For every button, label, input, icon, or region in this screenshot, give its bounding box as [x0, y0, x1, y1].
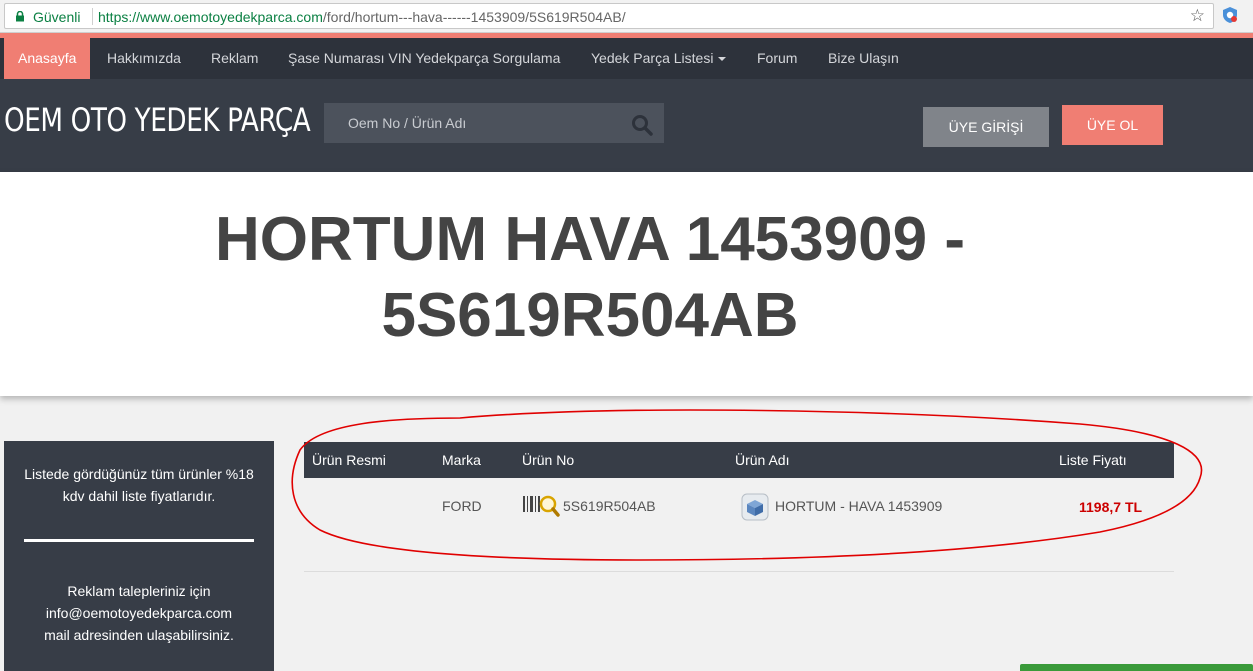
page-title-line2: 5S619R504AB: [381, 281, 799, 350]
search-input[interactable]: [324, 103, 664, 143]
vat-notice: Listede gördüğünüz tüm ürünler %18 kdv d…: [24, 466, 254, 504]
lock-icon: [16, 11, 24, 22]
info-panel: Listede gördüğünüz tüm ürünler %18 kdv d…: [4, 441, 274, 671]
column-header-image: Ürün Resmi: [312, 452, 386, 468]
top-navigation: Anasayfa Hakkımızda Reklam Şase Numarası…: [0, 38, 1253, 79]
nav-item-forum[interactable]: Forum: [757, 38, 797, 79]
extension-icon[interactable]: [1221, 6, 1239, 24]
box-icon: [741, 493, 769, 521]
ad-contact-notice: Reklam talepleriniz için info@oemotoyede…: [14, 580, 264, 646]
table-row[interactable]: FORD 5S619R504AB HORTUM - HAVA 1453909 1…: [304, 478, 1174, 572]
title-section: HORTUM HAVA 1453909 - 5S619R504AB: [0, 172, 1253, 396]
ad-contact-line3: mail adresinden ulaşabilirsiniz.: [44, 627, 234, 643]
row-price: 1198,7 TL: [1079, 499, 1143, 515]
chevron-down-icon: [718, 57, 727, 62]
info-divider: [24, 539, 254, 542]
register-button[interactable]: ÜYE OL: [1062, 105, 1163, 145]
row-part-no[interactable]: 5S619R504AB: [563, 498, 656, 514]
ad-contact-line1: Reklam talepleriniz için: [67, 583, 211, 599]
secure-label: Güvenli: [33, 9, 81, 25]
browser-toolbar: Güvenli https://www.oemotoyedekparca.com…: [0, 0, 1253, 33]
site-logo[interactable]: OEM OTO YEDEK PARÇA: [4, 101, 311, 139]
address-bar[interactable]: Güvenli https://www.oemotoyedekparca.com…: [4, 3, 1214, 29]
table-header: Ürün Resmi Marka Ürün No Ürün Adı Liste …: [304, 442, 1174, 478]
ad-contact-email[interactable]: info@oemotoyedekparca.com: [46, 605, 232, 621]
url-text[interactable]: https://www.oemotoyedekparca.com/ford/ho…: [98, 9, 626, 25]
column-header-brand: Marka: [442, 452, 481, 468]
column-header-price: Liste Fiyatı: [1059, 452, 1127, 468]
star-icon[interactable]: ☆: [1190, 6, 1205, 26]
nav-item-bize-ulasin[interactable]: Bize Ulaşın: [828, 38, 899, 79]
page-title: HORTUM HAVA 1453909 - 5S619R504AB: [90, 202, 1090, 354]
page-title-line1: HORTUM HAVA 1453909 -: [215, 205, 965, 274]
search-icon[interactable]: [630, 113, 654, 137]
nav-item-reklam[interactable]: Reklam: [211, 38, 258, 79]
nav-item-vin-sorgulama[interactable]: Şase Numarası VIN Yedekparça Sorgulama: [288, 38, 560, 79]
row-name[interactable]: HORTUM - HAVA 1453909: [775, 498, 942, 514]
site-header: OEM OTO YEDEK PARÇA ÜYE GİRİŞİ ÜYE OL: [0, 79, 1253, 172]
url-domain: https://www.oemotoyedekparca.com: [98, 9, 323, 25]
url-separator: [92, 8, 93, 25]
url-path: /ford/hortum---hava------1453909/5S619R5…: [322, 9, 626, 25]
row-brand: FORD: [442, 498, 482, 514]
column-header-part-no: Ürün No: [522, 452, 575, 468]
green-widget-edge: [1020, 664, 1253, 671]
column-header-name: Ürün Adı: [735, 452, 790, 468]
nav-item-label: Yedek Parça Listesi: [591, 50, 714, 66]
login-button[interactable]: ÜYE GİRİŞİ: [923, 107, 1049, 147]
nav-item-yedek-parca-listesi[interactable]: Yedek Parça Listesi: [591, 38, 727, 79]
nav-item-anasayfa[interactable]: Anasayfa: [4, 38, 91, 79]
barcode-search-icon[interactable]: [522, 492, 560, 520]
nav-item-hakkimizda[interactable]: Hakkımızda: [107, 38, 181, 79]
